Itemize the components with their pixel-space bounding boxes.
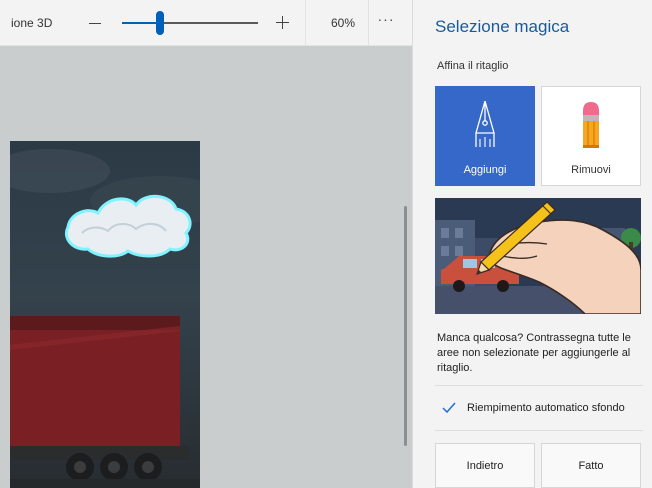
back-button[interactable]: Indietro bbox=[435, 443, 535, 488]
magic-select-panel: Selezione magica Affina il ritaglio Aggi… bbox=[412, 0, 652, 488]
pen-nib-icon bbox=[475, 100, 495, 147]
image-canvas[interactable] bbox=[0, 46, 412, 488]
separator bbox=[435, 385, 643, 386]
done-button[interactable]: Fatto bbox=[541, 443, 641, 488]
photo-truck-image bbox=[10, 141, 200, 488]
eraser-icon bbox=[583, 102, 599, 148]
toolbar-divider bbox=[305, 0, 306, 46]
autofill-background-label: Riempimento automatico sfondo bbox=[467, 402, 625, 414]
zoom-slider-fill bbox=[122, 22, 161, 24]
zoom-in-plus-icon[interactable] bbox=[272, 12, 294, 34]
selected-cloud-region bbox=[65, 194, 192, 258]
toolbar-title[interactable]: ione 3D bbox=[11, 16, 52, 30]
checkmark-icon bbox=[442, 402, 456, 414]
top-toolbar: ione 3D 60% ··· bbox=[0, 0, 412, 46]
hand-drawing-illustration bbox=[435, 198, 641, 314]
add-tool-button[interactable]: Aggiungi bbox=[435, 86, 535, 186]
tutorial-illustration bbox=[435, 198, 641, 314]
zoom-out-minus-icon[interactable] bbox=[89, 23, 101, 24]
zoom-percent-label[interactable]: 60% bbox=[320, 16, 366, 30]
more-options-button[interactable]: ··· bbox=[370, 11, 402, 35]
toolbar-divider bbox=[368, 0, 369, 46]
add-tool-label: Aggiungi bbox=[463, 164, 507, 176]
panel-title: Selezione magica bbox=[435, 17, 570, 36]
autofill-background-checkbox[interactable]: Riempimento automatico sfondo bbox=[435, 392, 645, 426]
remove-tool-button[interactable]: Rimuovi bbox=[541, 86, 641, 186]
zoom-slider-thumb[interactable] bbox=[156, 11, 165, 35]
canvas-vertical-scrollbar[interactable] bbox=[404, 206, 407, 446]
truck-photo-graphic bbox=[10, 149, 200, 488]
panel-subtitle: Affina il ritaglio bbox=[437, 60, 509, 72]
remove-tool-label: Rimuovi bbox=[571, 164, 611, 176]
help-text: Manca qualcosa? Contrassegna tutte le ar… bbox=[437, 332, 631, 374]
separator bbox=[435, 430, 643, 431]
